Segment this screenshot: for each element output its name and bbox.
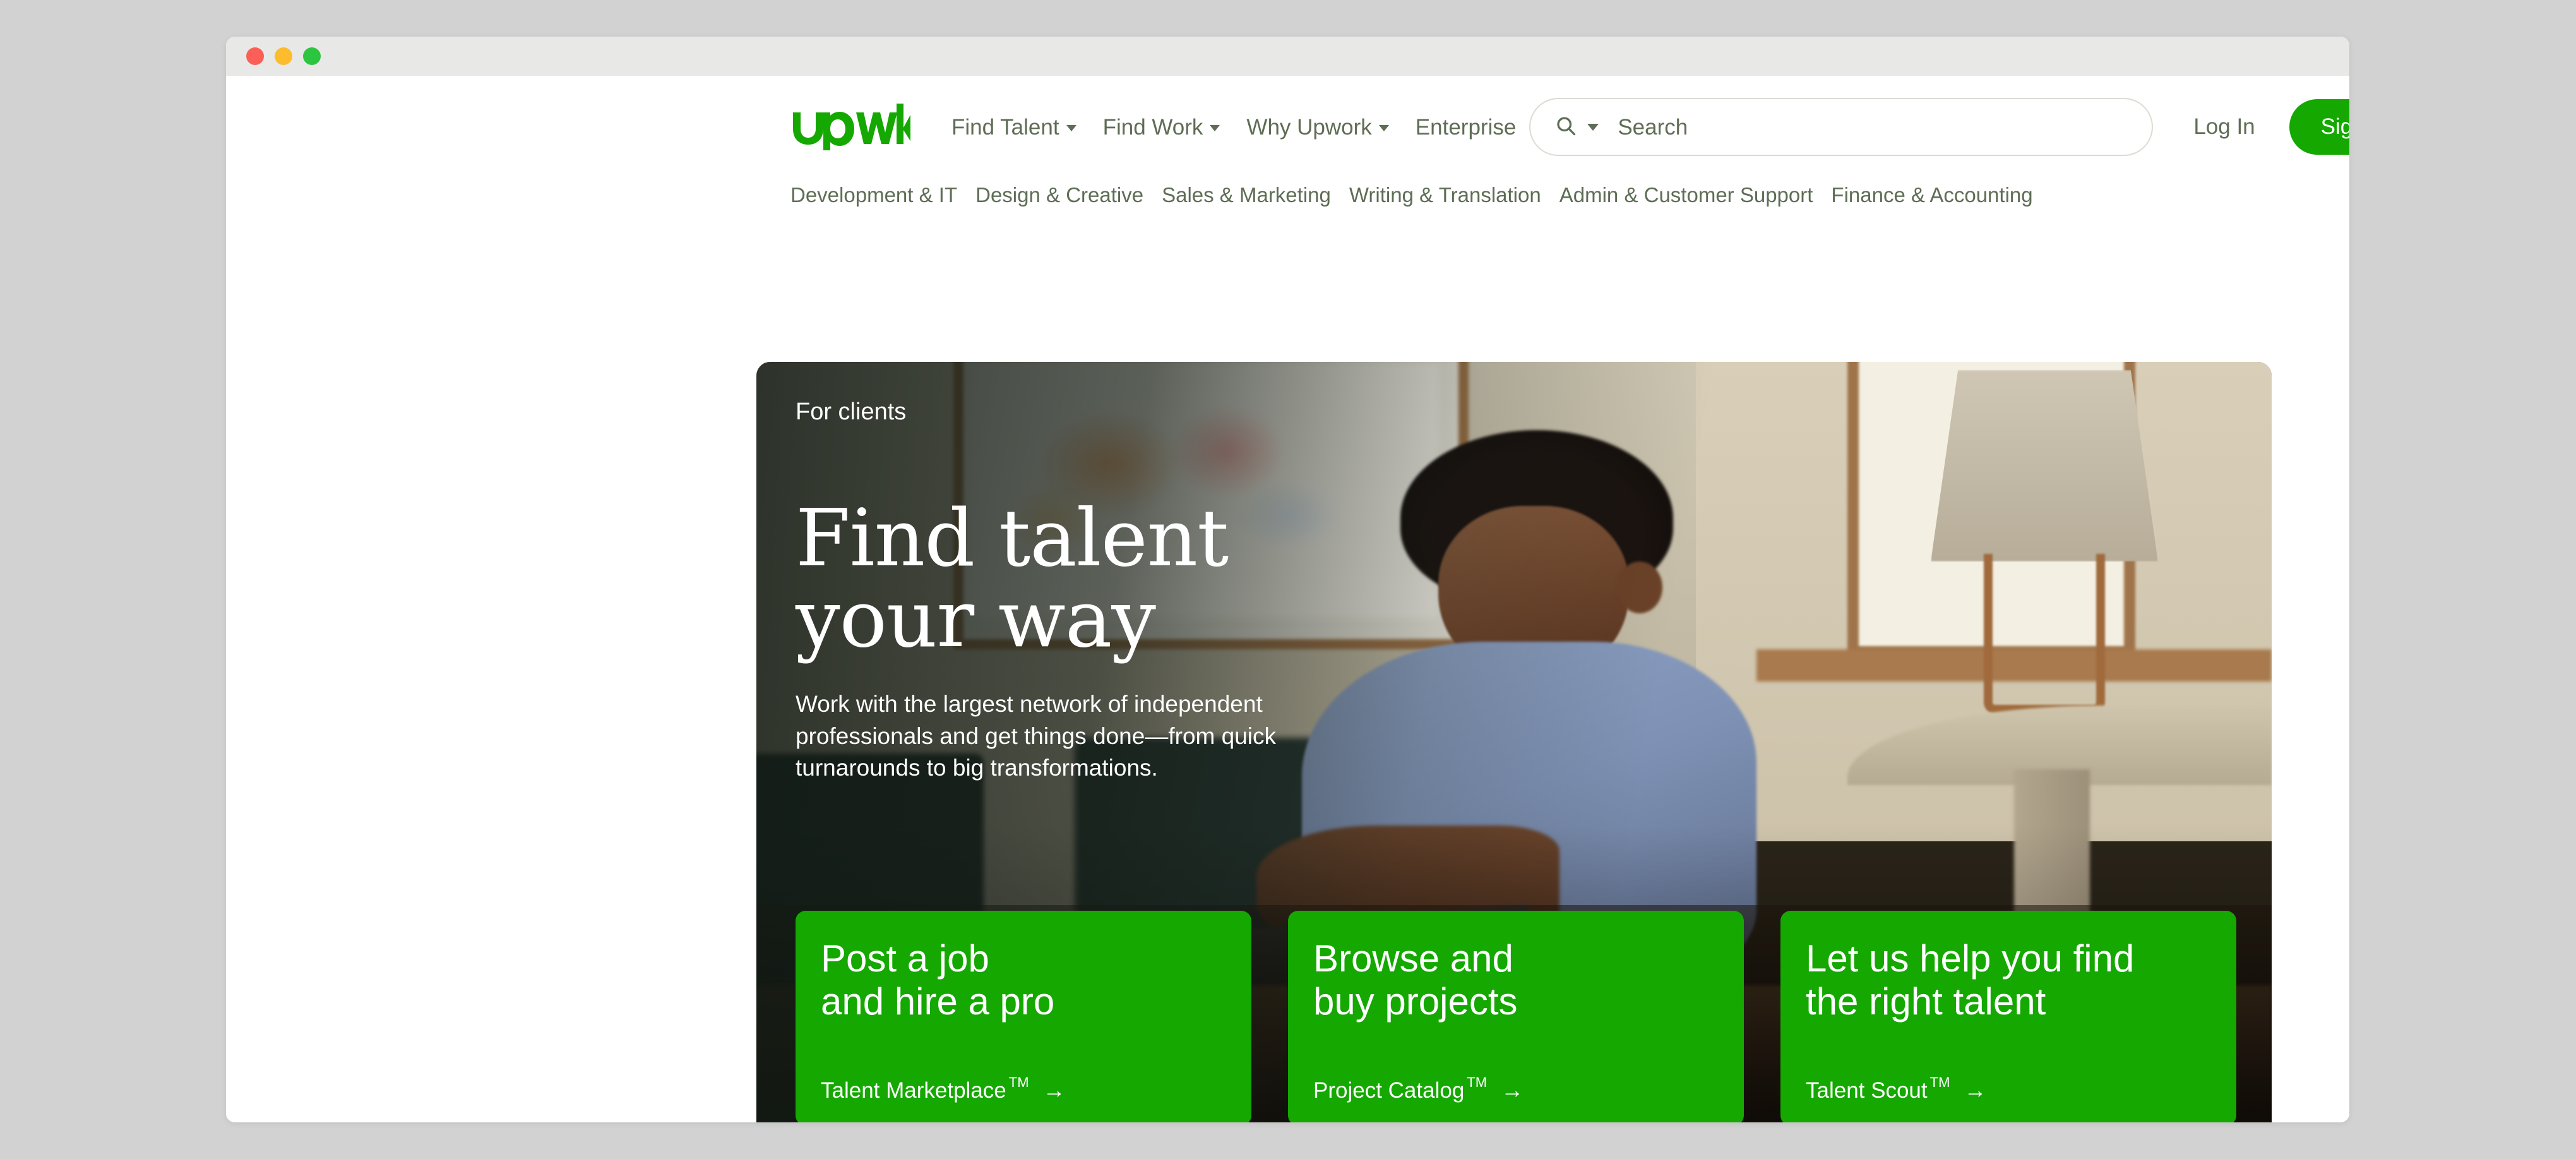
- card-talent-marketplace[interactable]: Post a job and hire a pro Talent Marketp…: [796, 911, 1251, 1122]
- nav-item-label: Find Work: [1102, 114, 1203, 140]
- trademark-mark: TM: [1929, 1074, 1950, 1090]
- card-link-label: Talent Scout: [1806, 1078, 1928, 1103]
- hero-headline-line1: Find talent: [796, 493, 1229, 584]
- card-title: Browse and buy projects: [1313, 937, 1719, 1023]
- upwork-logo[interactable]: [790, 104, 910, 150]
- category-design-creative[interactable]: Design & Creative: [975, 183, 1143, 207]
- trademark-mark: TM: [1467, 1074, 1488, 1090]
- arrow-right-icon: →: [1042, 1077, 1066, 1103]
- primary-navigation: Find Talent Find Work Why Upwork Enterpr…: [790, 93, 2349, 160]
- card-title: Post a job and hire a pro: [821, 937, 1226, 1023]
- login-link[interactable]: Log In: [2193, 114, 2255, 140]
- category-finance-accounting[interactable]: Finance & Accounting: [1831, 183, 2032, 207]
- category-sales-marketing[interactable]: Sales & Marketing: [1162, 183, 1331, 207]
- category-writing-translation[interactable]: Writing & Translation: [1349, 183, 1541, 207]
- nav-item-find-talent[interactable]: Find Talent: [938, 116, 1090, 138]
- browser-window: Find Talent Find Work Why Upwork Enterpr…: [226, 37, 2349, 1122]
- hero-banner: For clients Find talent your way Work wi…: [756, 362, 2272, 1122]
- hero-cards: Post a job and hire a pro Talent Marketp…: [796, 911, 2236, 1122]
- search-category-chevron-down-icon[interactable]: [1587, 123, 1599, 131]
- category-admin-support[interactable]: Admin & Customer Support: [1559, 183, 1813, 207]
- card-title: Let us help you find the right talent: [1806, 937, 2211, 1023]
- card-link-project-catalog[interactable]: Project Catalog TM →: [1313, 1074, 1719, 1103]
- nav-links: Find Talent Find Work Why Upwork Enterpr…: [938, 116, 1529, 138]
- nav-item-label: Find Talent: [951, 114, 1059, 140]
- arrow-right-icon: →: [1501, 1077, 1524, 1103]
- nav-item-why-upwork[interactable]: Why Upwork: [1233, 116, 1402, 138]
- card-title-line2: buy projects: [1313, 980, 1518, 1023]
- signup-button[interactable]: Sign Up: [2289, 99, 2349, 155]
- page-viewport: Find Talent Find Work Why Upwork Enterpr…: [226, 93, 2349, 1122]
- category-development-it[interactable]: Development & IT: [790, 183, 957, 207]
- nav-item-enterprise[interactable]: Enterprise: [1402, 116, 1530, 138]
- hero-eyebrow: For clients: [796, 399, 907, 425]
- card-link-label: Talent Marketplace: [821, 1078, 1006, 1103]
- window-titlebar: [226, 37, 2349, 76]
- nav-right-group: Search Log In Sign Up: [1529, 98, 2349, 156]
- search-placeholder: Search: [1618, 114, 1688, 140]
- card-title-line1: Browse and: [1313, 937, 1513, 980]
- zoom-window-button[interactable]: [303, 47, 321, 65]
- chevron-down-icon: [1210, 125, 1220, 131]
- arrow-right-icon: →: [1964, 1077, 1987, 1103]
- card-talent-scout[interactable]: Let us help you find the right talent Ta…: [1780, 911, 2236, 1122]
- card-title-line2: and hire a pro: [821, 980, 1055, 1023]
- hero-subtext: Work with the largest network of indepen…: [796, 691, 1276, 781]
- hero-headline-line2: your way: [796, 573, 1156, 665]
- card-title-line2: the right talent: [1806, 980, 2046, 1023]
- minimize-window-button[interactable]: [275, 47, 292, 65]
- nav-item-label: Enterprise: [1415, 114, 1517, 140]
- card-link-talent-scout[interactable]: Talent Scout TM →: [1806, 1074, 2211, 1103]
- nav-item-label: Why Upwork: [1246, 114, 1372, 140]
- close-window-button[interactable]: [246, 47, 264, 65]
- search-icon: [1554, 114, 1577, 140]
- card-link-label: Project Catalog: [1313, 1078, 1465, 1103]
- card-project-catalog[interactable]: Browse and buy projects Project Catalog T…: [1288, 911, 1744, 1122]
- trademark-mark: TM: [1008, 1074, 1029, 1090]
- category-navigation: Development & IT Design & Creative Sales…: [790, 183, 2349, 207]
- chevron-down-icon: [1066, 125, 1076, 131]
- card-title-line1: Let us help you find: [1806, 937, 2135, 980]
- hero-headline: Find talent your way: [796, 498, 2272, 659]
- search-input[interactable]: Search: [1529, 98, 2154, 156]
- chevron-down-icon: [1378, 125, 1389, 131]
- card-title-line1: Post a job: [821, 937, 989, 980]
- card-link-talent-marketplace[interactable]: Talent Marketplace TM →: [821, 1074, 1226, 1103]
- nav-item-find-work[interactable]: Find Work: [1090, 116, 1234, 138]
